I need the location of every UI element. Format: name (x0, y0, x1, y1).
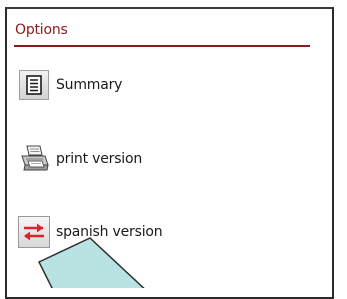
swap-arrows-icon[interactable] (18, 216, 50, 248)
summary-label[interactable]: Summary (56, 77, 122, 93)
spanish-version-label[interactable]: spanish version (56, 224, 163, 240)
panel-title: Options (15, 22, 68, 38)
summary-document-icon[interactable] (19, 70, 49, 100)
spanish-version-option[interactable]: spanish version (16, 212, 163, 252)
print-version-label[interactable]: print version (56, 151, 142, 167)
summary-option[interactable]: Summary (16, 65, 122, 105)
options-panel: Options Summary print version spanish ve… (5, 7, 334, 299)
print-version-option[interactable]: print version (16, 139, 142, 179)
printer-icon[interactable] (18, 143, 50, 175)
print-icon-box[interactable] (16, 141, 52, 177)
spanish-icon-box[interactable] (16, 214, 52, 250)
title-divider (14, 45, 310, 47)
summary-icon-box[interactable] (16, 67, 52, 103)
